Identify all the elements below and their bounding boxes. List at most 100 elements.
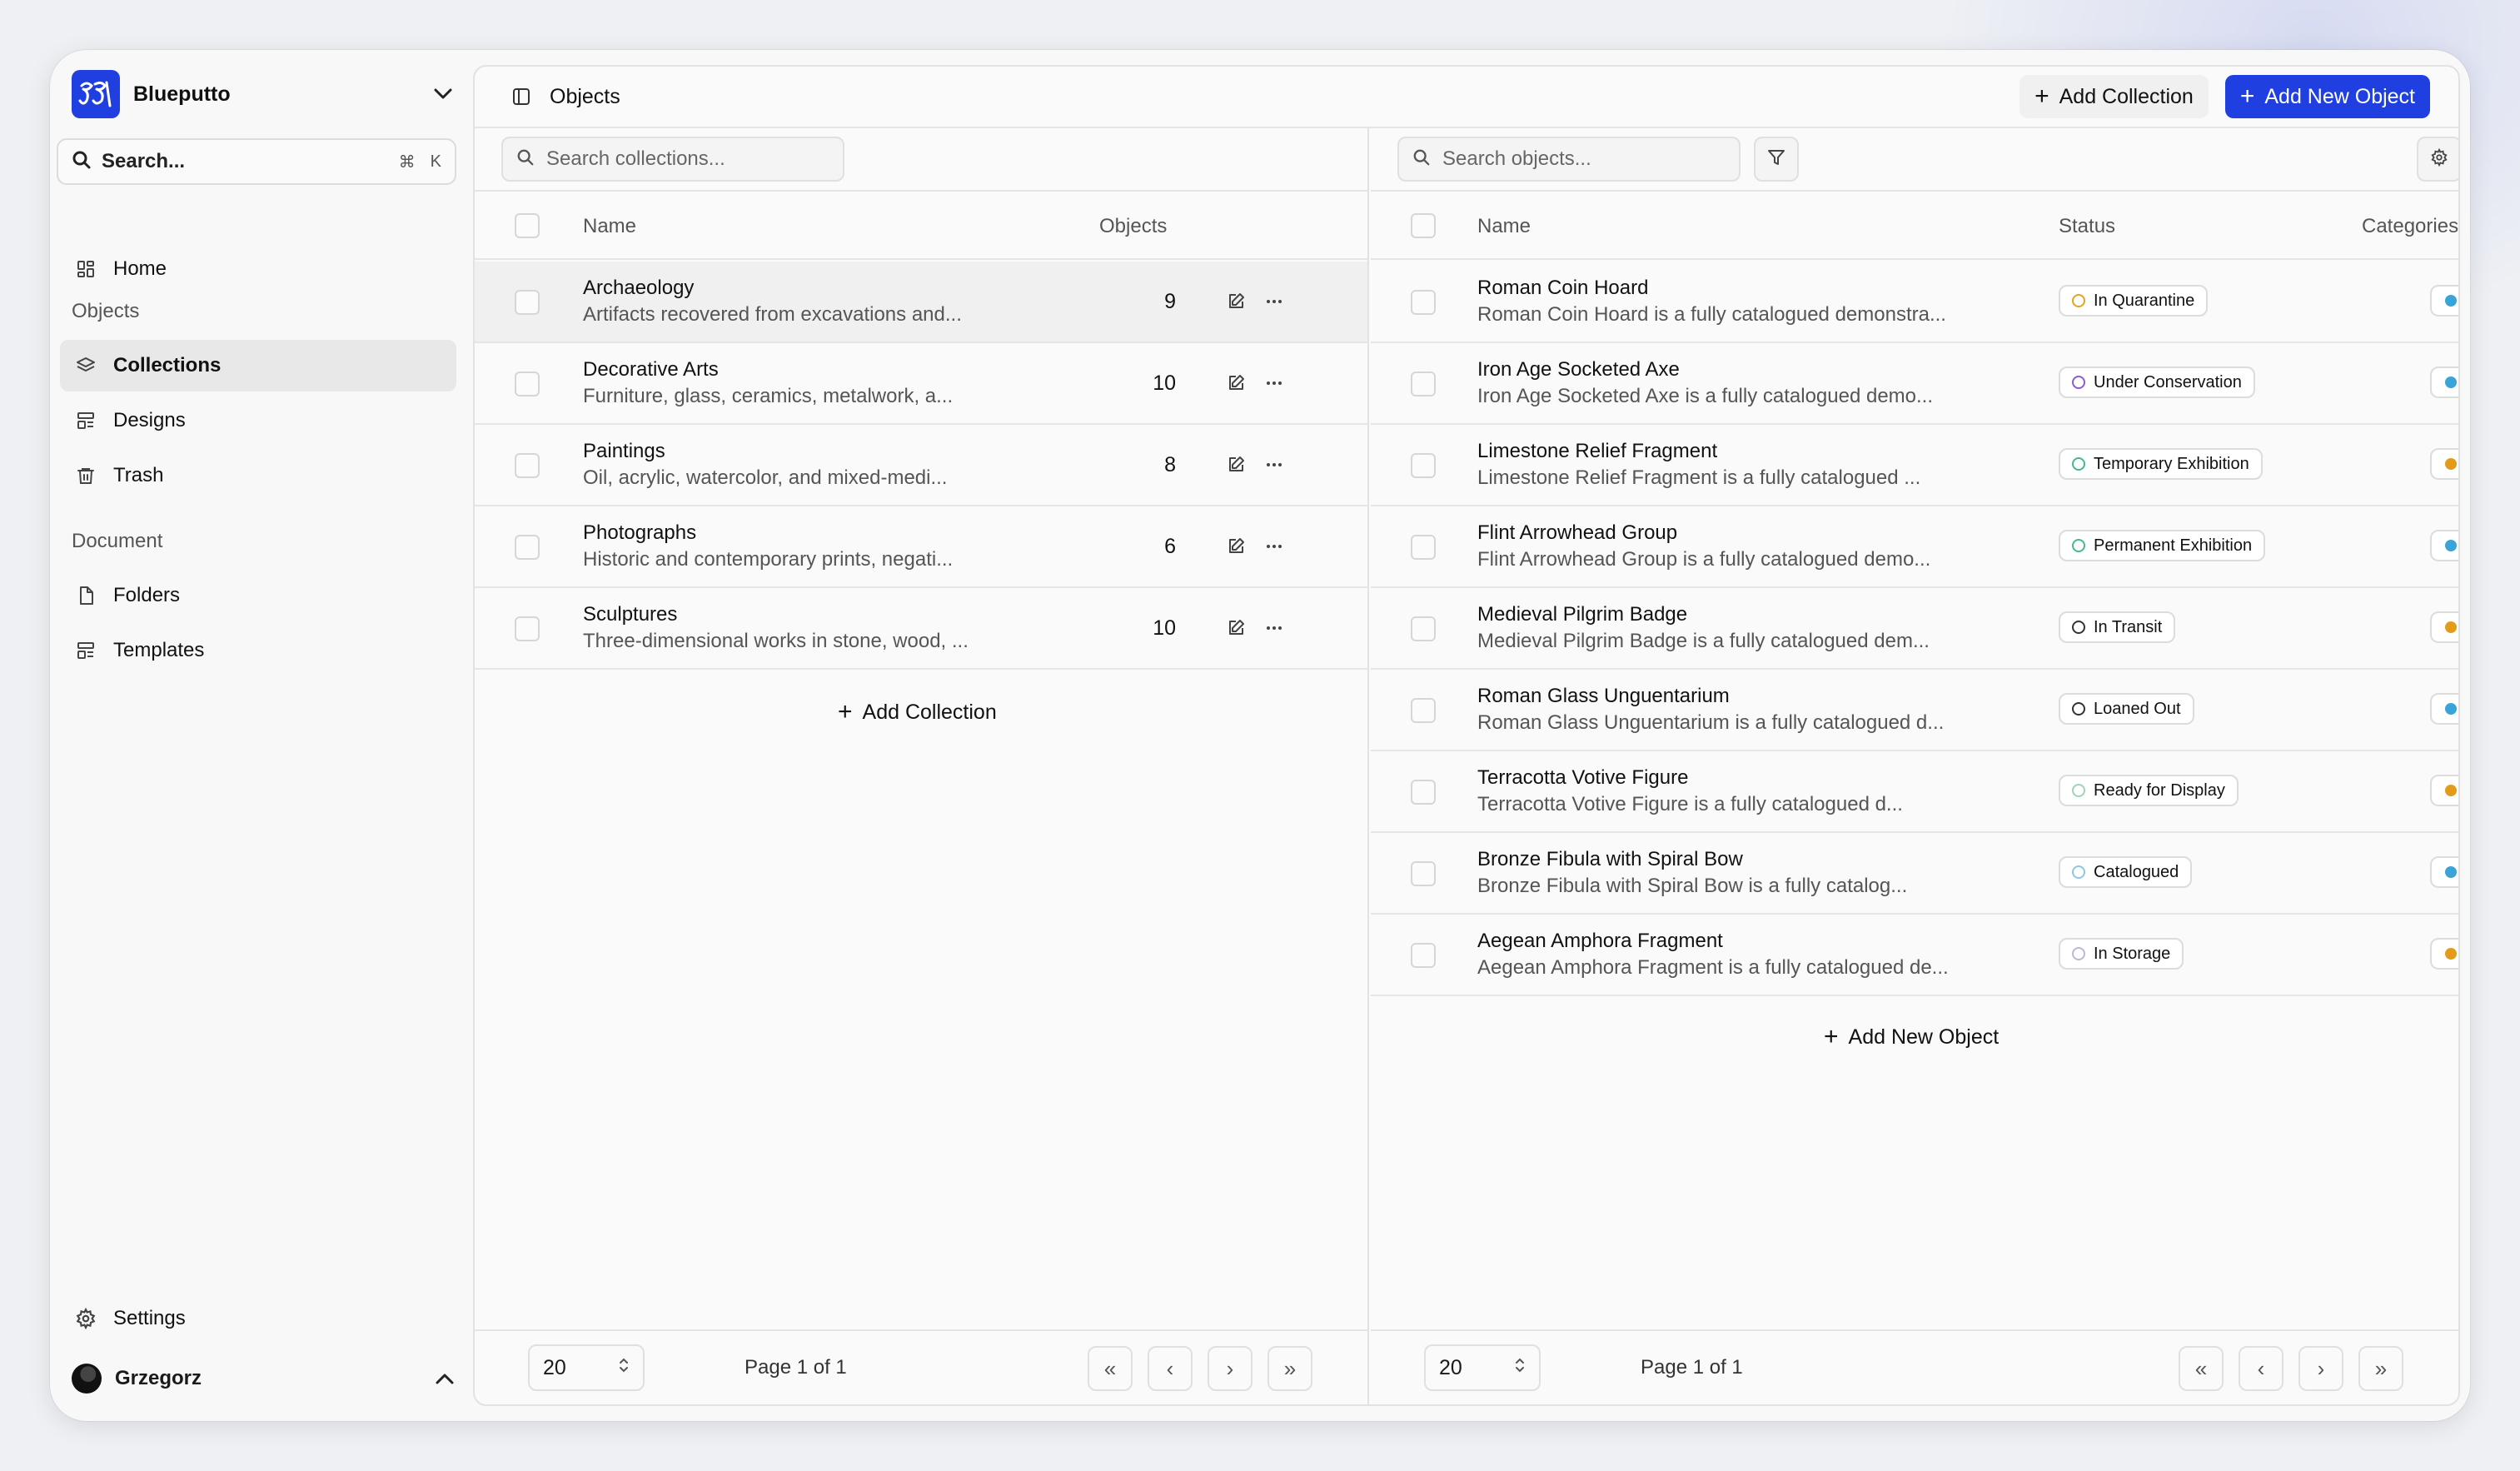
- row-checkbox[interactable]: [1411, 861, 1436, 886]
- sidebar-item-home[interactable]: Home: [60, 243, 456, 295]
- edit-icon[interactable]: [1223, 533, 1249, 560]
- more-options-icon[interactable]: [1261, 615, 1287, 641]
- row-checkbox[interactable]: [1411, 535, 1436, 560]
- filter-button[interactable]: [1754, 137, 1799, 182]
- category-badge: Metalwork: [2430, 856, 2458, 888]
- more-options-icon[interactable]: [1261, 370, 1287, 396]
- table-row[interactable]: Paintings Oil, acrylic, watercolor, and m…: [475, 425, 1367, 506]
- collection-object-count: 6: [1164, 535, 1176, 558]
- page-size-select[interactable]: 20: [528, 1344, 645, 1391]
- object-name: Limestone Relief Fragment: [1477, 440, 1718, 462]
- object-description: Roman Glass Unguentarium is a fully cata…: [1477, 711, 1945, 734]
- edit-icon[interactable]: [1223, 288, 1249, 315]
- objects-search[interactable]: [1397, 137, 1741, 182]
- more-options-icon[interactable]: [1261, 288, 1287, 315]
- table-row[interactable]: Roman Glass Unguentarium Roman Glass Ungu…: [1371, 670, 2458, 751]
- more-options-icon[interactable]: [1261, 451, 1287, 478]
- table-row[interactable]: Flint Arrowhead Group Flint Arrowhead Gro…: [1371, 506, 2458, 588]
- collection-name: Archaeology: [583, 277, 695, 299]
- column-header-objects: Objects: [1099, 215, 1168, 237]
- collection-description: Artifacts recovered from excavations and…: [583, 303, 962, 326]
- prev-page-icon[interactable]: ‹: [1148, 1346, 1193, 1391]
- objects-search-input[interactable]: [1442, 147, 1726, 171]
- status-badge: Loaned Out: [2059, 693, 2194, 725]
- add-new-object-link[interactable]: + Add New Object: [1824, 1025, 1999, 1050]
- row-checkbox[interactable]: [515, 453, 540, 478]
- table-row[interactable]: Roman Coin Hoard Roman Coin Hoard is a fu…: [1371, 262, 2458, 343]
- last-page-icon[interactable]: »: [2358, 1346, 2403, 1391]
- edit-icon[interactable]: [1223, 451, 1249, 478]
- add-new-object-button[interactable]: + Add New Object: [2224, 75, 2430, 118]
- workspace-switcher[interactable]: Blueputto: [72, 68, 455, 120]
- select-all-checkbox[interactable]: [515, 213, 540, 238]
- first-page-icon[interactable]: «: [1088, 1346, 1133, 1391]
- page-size-select[interactable]: 20: [1424, 1344, 1541, 1391]
- last-page-icon[interactable]: »: [1267, 1346, 1312, 1391]
- add-collection-link-label: Add Collection: [862, 700, 997, 724]
- next-page-icon[interactable]: ›: [1208, 1346, 1253, 1391]
- next-page-icon[interactable]: ›: [2298, 1346, 2343, 1391]
- prev-page-icon[interactable]: ‹: [2239, 1346, 2283, 1391]
- collections-search-input[interactable]: [546, 147, 829, 171]
- sidebar-item-label: Trash: [113, 464, 164, 486]
- table-row[interactable]: Archaeology Artifacts recovered from exca…: [475, 262, 1367, 343]
- first-page-icon[interactable]: «: [2179, 1346, 2224, 1391]
- row-checkbox[interactable]: [1411, 290, 1436, 315]
- sidebar-item-collections[interactable]: Collections: [60, 340, 456, 391]
- row-checkbox[interactable]: [515, 371, 540, 396]
- table-row[interactable]: Decorative Arts Furniture, glass, ceramic…: [475, 343, 1367, 425]
- file-icon: [73, 583, 98, 608]
- table-settings-button[interactable]: [2417, 137, 2458, 182]
- sidebar-item-folders[interactable]: Folders: [60, 570, 456, 621]
- row-checkbox[interactable]: [515, 535, 540, 560]
- more-options-icon[interactable]: [1261, 533, 1287, 560]
- status-badge: In Storage: [2059, 938, 2184, 970]
- sidebar-item-label: Settings: [113, 1307, 186, 1329]
- global-search-label: Search...: [102, 150, 186, 172]
- table-row[interactable]: Aegean Amphora Fragment Aegean Amphora Fr…: [1371, 915, 2458, 996]
- status-badge: Ready for Display: [2059, 775, 2239, 806]
- status-circle-icon: [2072, 376, 2085, 389]
- collections-toolbar: [475, 128, 1367, 192]
- sidebar-item-templates[interactable]: Templates: [60, 625, 456, 676]
- collections-search[interactable]: [501, 137, 844, 182]
- brand-logo: [72, 70, 120, 118]
- edit-icon[interactable]: [1223, 615, 1249, 641]
- add-collection-link[interactable]: + Add Collection: [838, 700, 997, 725]
- row-checkbox[interactable]: [1411, 453, 1436, 478]
- sidebar-item-trash[interactable]: Trash: [60, 450, 456, 501]
- object-description: Bronze Fibula with Spiral Bow is a fully…: [1477, 875, 1908, 897]
- user-menu[interactable]: Grzegorz: [60, 1353, 456, 1404]
- sidebar-item-designs[interactable]: Designs: [60, 395, 456, 446]
- sidebar-item-settings[interactable]: Settings: [60, 1293, 456, 1344]
- plus-icon: +: [2239, 82, 2255, 110]
- table-row[interactable]: Medieval Pilgrim Badge Medieval Pilgrim B…: [1371, 588, 2458, 670]
- row-checkbox[interactable]: [1411, 698, 1436, 723]
- table-row[interactable]: Limestone Relief Fragment Limestone Relie…: [1371, 425, 2458, 506]
- row-checkbox[interactable]: [1411, 943, 1436, 968]
- collection-description: Furniture, glass, ceramics, metalwork, a…: [583, 385, 954, 407]
- table-row[interactable]: Iron Age Socketed Axe Iron Age Socketed A…: [1371, 343, 2458, 425]
- global-search[interactable]: Search... ⌘ K: [57, 138, 456, 185]
- collection-object-count: 8: [1164, 453, 1176, 476]
- select-all-checkbox[interactable]: [1411, 213, 1436, 238]
- row-checkbox[interactable]: [515, 616, 540, 641]
- add-collection-button[interactable]: + Add Collection: [2019, 75, 2209, 118]
- chevron-up-icon: [433, 1367, 456, 1390]
- status-circle-icon: [2072, 621, 2085, 634]
- category-dot-icon: [2445, 866, 2457, 878]
- category-badge: Metalwork: [2430, 367, 2458, 398]
- table-row[interactable]: Sculptures Three-dimensional works in sto…: [475, 588, 1367, 670]
- table-row[interactable]: Bronze Fibula with Spiral Bow Bronze Fibu…: [1371, 833, 2458, 915]
- table-row[interactable]: Terracotta Votive Figure Terracotta Votiv…: [1371, 751, 2458, 833]
- table-row[interactable]: Photographs Historic and contemporary pri…: [475, 506, 1367, 588]
- chevron-updown-icon: [1514, 1356, 1526, 1380]
- row-checkbox[interactable]: [1411, 616, 1436, 641]
- collection-object-count: 9: [1164, 290, 1176, 313]
- row-checkbox[interactable]: [1411, 780, 1436, 805]
- edit-icon[interactable]: [1223, 370, 1249, 396]
- category-dot-icon: [2445, 540, 2457, 551]
- sidebar-toggle-icon[interactable]: [511, 87, 531, 107]
- row-checkbox[interactable]: [515, 290, 540, 315]
- row-checkbox[interactable]: [1411, 371, 1436, 396]
